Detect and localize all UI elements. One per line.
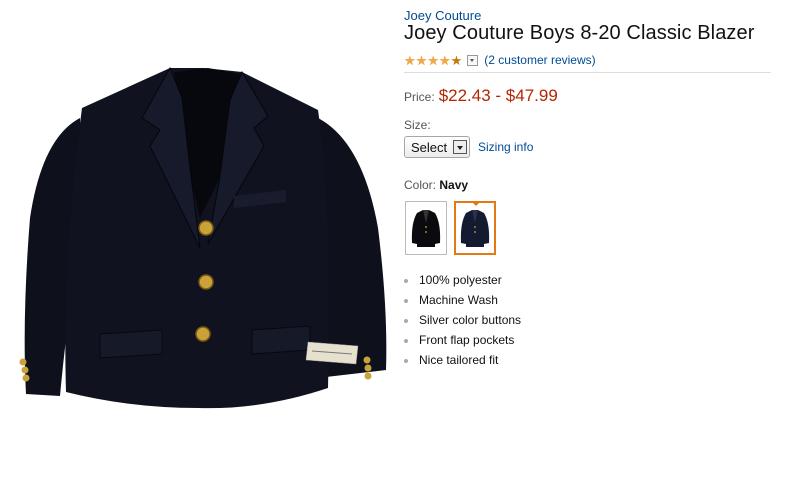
product-image[interactable] — [12, 58, 397, 410]
price-value: $22.43 - $47.99 — [438, 86, 558, 105]
dropdown-arrow-icon[interactable] — [453, 140, 467, 154]
swatch-navy[interactable] — [454, 201, 496, 255]
list-item: Silver color buttons — [404, 310, 521, 330]
list-item: Machine Wash — [404, 290, 521, 310]
color-selected: Navy — [439, 178, 469, 192]
color-row: Color: Navy — [404, 178, 468, 192]
size-select-value: Select — [411, 139, 448, 155]
blazer-image — [19, 66, 387, 409]
rating-row: ★ ★ ★ ★ ★ (2 customer reviews) — [404, 53, 596, 67]
swatch-black[interactable] — [405, 201, 447, 255]
sizing-info-link[interactable]: Sizing info — [478, 140, 533, 154]
star-rating[interactable]: ★ ★ ★ ★ ★ — [404, 54, 462, 67]
star-icon: ★ — [438, 52, 451, 68]
price-row: Price: $22.43 - $47.99 — [404, 86, 558, 106]
size-label: Size: — [404, 118, 431, 132]
price-label: Price: — [404, 90, 435, 104]
half-star-icon: ★ — [450, 52, 463, 68]
star-icon: ★ — [427, 52, 439, 68]
color-label: Color: — [404, 178, 437, 192]
blazer-thumbnail-icon — [460, 210, 490, 247]
chevron-down-icon[interactable] — [467, 54, 479, 66]
star-icon: ★ — [404, 52, 416, 68]
size-select[interactable]: Select — [404, 136, 470, 158]
list-item: Nice tailored fit — [404, 350, 521, 370]
customer-reviews-link[interactable]: (2 customer reviews) — [484, 53, 595, 67]
feature-list: 100% polyester Machine Wash Silver color… — [404, 270, 521, 370]
list-item: 100% polyester — [404, 270, 521, 290]
product-title: Joey Couture Boys 8-20 Classic Blazer — [404, 22, 755, 44]
star-icon: ★ — [415, 52, 428, 68]
blazer-thumbnail-icon — [411, 210, 441, 247]
list-item: Front flap pockets — [404, 330, 521, 350]
divider — [404, 72, 771, 73]
brand-link[interactable]: Joey Couture — [404, 8, 481, 23]
